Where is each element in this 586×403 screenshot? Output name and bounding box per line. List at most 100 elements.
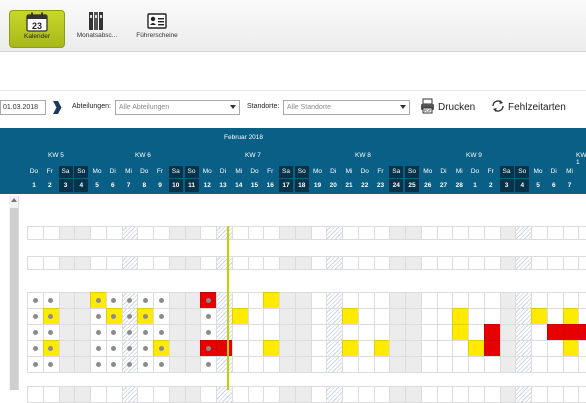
grid-cell[interactable] bbox=[562, 308, 580, 325]
grid-cell[interactable] bbox=[231, 340, 249, 357]
grid-cell[interactable] bbox=[27, 256, 44, 270]
grid-cell[interactable] bbox=[373, 226, 391, 240]
grid-cell[interactable] bbox=[373, 324, 391, 341]
grid-cell[interactable] bbox=[389, 308, 406, 325]
grid-cell[interactable] bbox=[294, 226, 312, 240]
grid-cell[interactable] bbox=[342, 256, 359, 270]
grid-cell[interactable] bbox=[531, 226, 548, 240]
grid-cell[interactable] bbox=[342, 292, 359, 309]
grid-cell[interactable] bbox=[452, 324, 469, 341]
grid-cell[interactable] bbox=[137, 226, 154, 240]
grid-cell[interactable] bbox=[231, 226, 249, 240]
standorte-select[interactable]: Alle Standorte bbox=[283, 100, 410, 115]
grid-cell[interactable] bbox=[90, 386, 107, 403]
grid-cell[interactable] bbox=[216, 356, 233, 373]
day-number-cell[interactable]: 2 bbox=[43, 179, 57, 192]
grid-cell[interactable] bbox=[546, 340, 564, 357]
grid-cell[interactable] bbox=[436, 292, 454, 309]
date-input[interactable]: 01.03.2018 bbox=[0, 100, 46, 115]
grid-cell[interactable] bbox=[452, 292, 469, 309]
day-number-cell[interactable]: 4 bbox=[74, 179, 89, 192]
day-number-cell[interactable]: 15 bbox=[248, 179, 262, 192]
grid-cell[interactable] bbox=[168, 324, 186, 341]
grid-cell[interactable] bbox=[310, 226, 328, 240]
grid-cell[interactable] bbox=[247, 256, 265, 270]
grid-cell[interactable] bbox=[452, 386, 469, 403]
grid-cell[interactable] bbox=[184, 356, 202, 373]
grid-cell[interactable] bbox=[515, 386, 532, 403]
grid-cell[interactable] bbox=[263, 226, 280, 240]
grid-cell[interactable] bbox=[578, 340, 586, 357]
grid-cell[interactable] bbox=[468, 340, 485, 357]
grid-cell[interactable] bbox=[483, 340, 501, 357]
scrollbar-thumb[interactable] bbox=[10, 208, 18, 390]
day-number-cell[interactable]: 1 bbox=[468, 179, 482, 192]
grid-cell[interactable] bbox=[452, 308, 469, 325]
grid-cell[interactable] bbox=[357, 340, 375, 357]
grid-cell[interactable] bbox=[562, 256, 580, 270]
grid-cell[interactable] bbox=[137, 256, 154, 270]
grid-cell[interactable] bbox=[58, 308, 76, 325]
grid-cell[interactable] bbox=[279, 226, 296, 240]
grid-cell[interactable] bbox=[326, 340, 343, 357]
abteilungen-select[interactable]: Alle Abteilungen bbox=[115, 100, 240, 115]
grid-cell[interactable] bbox=[515, 292, 532, 309]
grid-cell[interactable] bbox=[373, 386, 391, 403]
day-number-cell[interactable]: 5 bbox=[90, 179, 104, 192]
day-number-cell[interactable]: 28 bbox=[452, 179, 466, 192]
grid-cell[interactable] bbox=[515, 324, 532, 341]
grid-cell[interactable] bbox=[373, 356, 391, 373]
grid-cell[interactable] bbox=[389, 324, 406, 341]
grid-cell[interactable] bbox=[420, 226, 438, 240]
grid-cell[interactable] bbox=[578, 386, 586, 403]
grid-cell[interactable] bbox=[405, 292, 422, 309]
grid-cell[interactable] bbox=[42, 386, 60, 403]
grid-cell[interactable] bbox=[105, 226, 123, 240]
grid-cell[interactable] bbox=[90, 256, 107, 270]
day-number-cell[interactable]: 17 bbox=[279, 179, 293, 192]
grid-cell[interactable] bbox=[279, 324, 296, 341]
grid-cell[interactable] bbox=[326, 308, 343, 325]
grid-cell[interactable] bbox=[310, 256, 328, 270]
grid-cell[interactable] bbox=[105, 256, 123, 270]
grid-cell[interactable] bbox=[168, 292, 186, 309]
grid-cell[interactable] bbox=[468, 324, 485, 341]
grid-cell[interactable] bbox=[247, 292, 265, 309]
grid-cell[interactable] bbox=[405, 340, 422, 357]
day-number-cell[interactable]: 3 bbox=[58, 179, 73, 192]
grid-cell[interactable] bbox=[90, 226, 107, 240]
grid-cell[interactable] bbox=[184, 292, 202, 309]
grid-cell[interactable] bbox=[578, 292, 586, 309]
grid-cell[interactable] bbox=[389, 386, 406, 403]
grid-cell[interactable] bbox=[546, 226, 564, 240]
grid-cell[interactable] bbox=[389, 340, 406, 357]
grid-cell[interactable] bbox=[405, 256, 422, 270]
grid-cell[interactable] bbox=[200, 386, 217, 403]
print-button[interactable]: PDF Drucken bbox=[420, 98, 475, 116]
grid-cell[interactable] bbox=[74, 292, 91, 309]
grid-cell[interactable] bbox=[247, 324, 265, 341]
grid-cell[interactable] bbox=[436, 226, 454, 240]
grid-cell[interactable] bbox=[373, 308, 391, 325]
grid-cell[interactable] bbox=[168, 356, 186, 373]
grid-cell[interactable] bbox=[326, 256, 343, 270]
grid-cell[interactable] bbox=[562, 324, 580, 341]
grid-cell[interactable] bbox=[184, 308, 202, 325]
grid-cell[interactable] bbox=[58, 256, 76, 270]
grid-cell[interactable] bbox=[247, 308, 265, 325]
grid-cell[interactable] bbox=[231, 356, 249, 373]
grid-cell[interactable] bbox=[263, 256, 280, 270]
grid-cell[interactable] bbox=[326, 226, 343, 240]
grid-cell[interactable] bbox=[578, 356, 586, 373]
vertical-scrollbar[interactable] bbox=[9, 196, 19, 390]
grid-cell[interactable] bbox=[546, 308, 564, 325]
grid-cell[interactable] bbox=[184, 256, 202, 270]
day-number-cell[interactable]: 7 bbox=[122, 179, 136, 192]
grid-cell[interactable] bbox=[74, 226, 91, 240]
grid-cell[interactable] bbox=[562, 340, 580, 357]
grid-cell[interactable] bbox=[562, 292, 580, 309]
day-number-cell[interactable]: 12 bbox=[200, 179, 214, 192]
grid-cell[interactable] bbox=[578, 226, 586, 240]
grid-cell[interactable] bbox=[452, 340, 469, 357]
grid-cell[interactable] bbox=[483, 292, 501, 309]
